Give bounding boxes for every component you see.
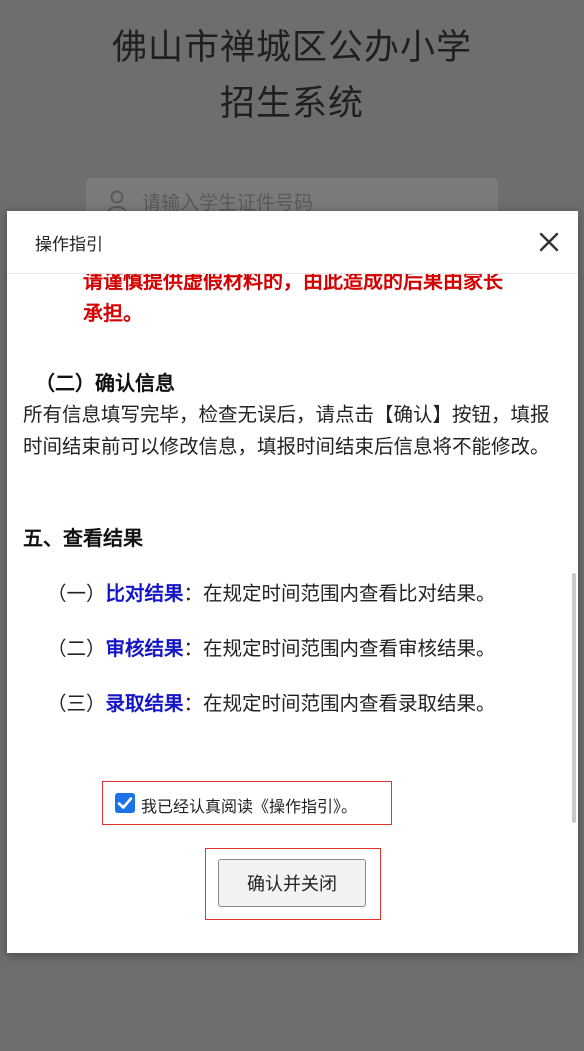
agree-checkbox[interactable] <box>115 793 135 813</box>
dialog-scrollbar[interactable] <box>572 573 576 823</box>
page-title-line2: 招生系统 <box>219 84 364 124</box>
dialog-header: 操作指引 <box>7 211 578 274</box>
agree-label[interactable]: 我已经认真阅读《操作指引》。 <box>141 793 357 817</box>
warning-text-cut: 请谨慎提供虚假材料的，由此造成的后果由家长 <box>83 273 503 293</box>
result-keyword: 审核结果 <box>105 637 184 660</box>
operation-guide-dialog: 操作指引 请谨慎提供虚假材料的，由此造成的后果由家长 承担。 （二）确认信息 所… <box>7 211 578 953</box>
result-item-compare: （一）比对结果：在规定时间范围内查看比对结果。 <box>47 582 496 605</box>
dialog-title: 操作指引 <box>35 235 103 255</box>
result-item-review: （二）审核结果：在规定时间范围内查看审核结果。 <box>47 637 496 660</box>
confirm-info-text: 所有信息填写完毕，检查无误后，请点击【确认】按钮，填报时间结束前可以修改信息，填… <box>23 403 550 458</box>
view-results-heading: 五、查看结果 <box>23 526 143 550</box>
warning-text-end: 承担。 <box>83 301 143 325</box>
confirm-button-frame: 确认并关闭 <box>205 848 381 920</box>
close-icon[interactable] <box>536 229 562 255</box>
result-item-admission: （三）录取结果：在规定时间范围内查看录取结果。 <box>47 692 496 715</box>
agree-checkbox-row[interactable]: 我已经认真阅读《操作指引》。 <box>102 781 392 825</box>
result-keyword: 比对结果 <box>105 582 184 605</box>
confirm-info-heading: （二）确认信息 <box>35 371 175 395</box>
page-title-line1: 佛山市禅城区公办小学 <box>111 28 472 68</box>
result-keyword: 录取结果 <box>105 692 184 715</box>
confirm-and-close-button[interactable]: 确认并关闭 <box>218 859 366 907</box>
